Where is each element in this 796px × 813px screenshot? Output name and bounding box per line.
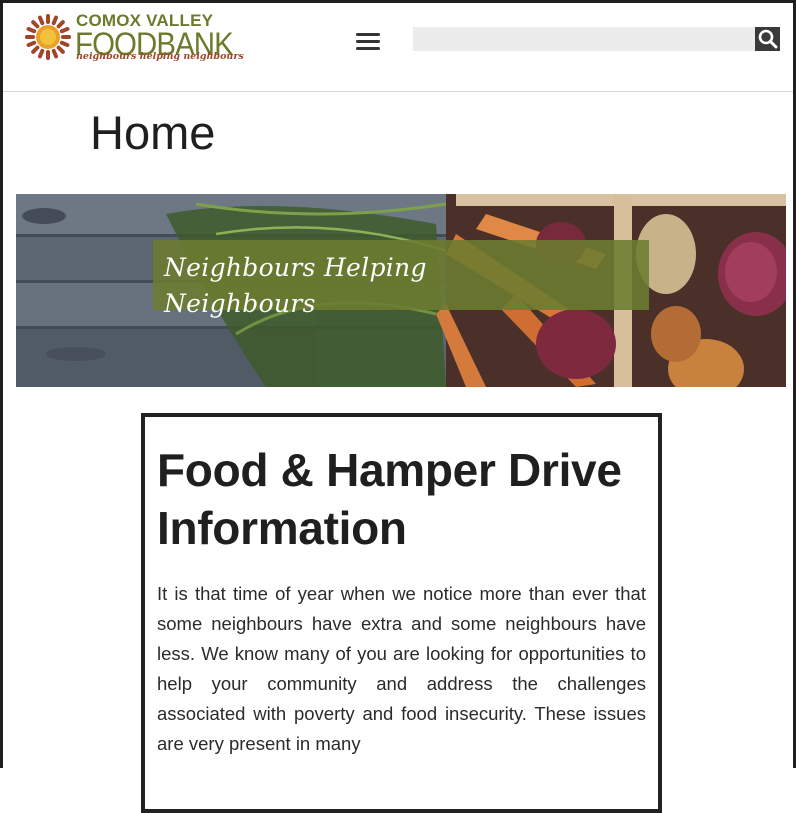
search-icon <box>758 29 778 49</box>
hamburger-menu-icon-bar <box>356 47 380 50</box>
article-heading: Food & Hamper Drive Information <box>157 444 622 554</box>
site-logo[interactable]: COMOX VALLEY FOODBANK neighbours helping… <box>24 11 244 67</box>
page-title: Home <box>90 106 216 159</box>
banner-tagline-line1: Neighbours Helping <box>164 253 427 282</box>
site-header: COMOX VALLEY FOODBANK neighbours helping… <box>0 0 796 92</box>
banner-tagline: Neighbours Helping Neighbours <box>164 250 464 322</box>
hamburger-menu-button[interactable] <box>354 30 382 52</box>
hamburger-menu-icon <box>356 33 380 36</box>
article-body: It is that time of year when we notice m… <box>157 583 646 754</box>
search-input[interactable] <box>413 27 755 51</box>
hamburger-menu-icon-bar <box>356 40 380 43</box>
hero-banner: Neighbours Helping Neighbours <box>16 194 786 387</box>
logo-tagline: neighbours helping neighbours <box>76 51 244 62</box>
search-button[interactable] <box>755 27 780 51</box>
sunflower-logo-icon <box>25 14 71 60</box>
article-card: Food & Hamper Drive Information It is th… <box>141 413 662 813</box>
banner-tagline-line2: Neighbours <box>164 289 316 318</box>
